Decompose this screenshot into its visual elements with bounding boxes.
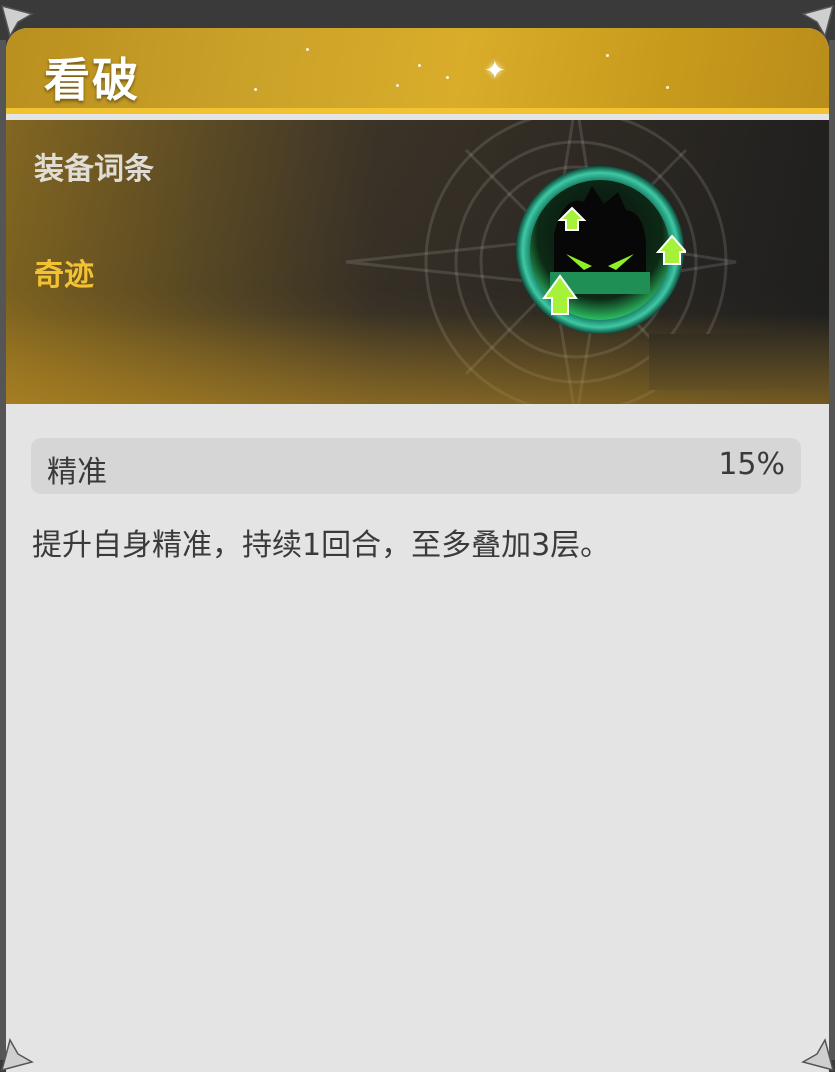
card-title: 看破	[44, 53, 140, 107]
tooltip-frame: ✦ 看破 装备词条 奇迹 精准 15% 提升自身精准，持续1回合，至多叠加3层。	[0, 0, 835, 1072]
stat-name: 精准	[47, 455, 107, 490]
corner-ornament-icon	[801, 4, 835, 38]
item-detail-card: ✦ 看破 装备词条 奇迹 精准 15% 提升自身精准，持续1回合，至多叠加3层。	[6, 28, 829, 1072]
precision-buff-icon	[516, 166, 686, 334]
effect-description: 提升自身精准，持续1回合，至多叠加3层。	[32, 528, 611, 563]
set-name: 奇迹	[34, 258, 94, 293]
right-border	[829, 40, 835, 1060]
affix-label: 装备词条	[34, 152, 154, 187]
corner-ornament-icon	[801, 1038, 835, 1072]
stat-row: 精准 15%	[31, 438, 801, 494]
header-panel: 装备词条 奇迹	[6, 120, 829, 404]
stat-value: 15%	[718, 447, 785, 482]
corner-ornament-icon	[0, 1038, 34, 1072]
title-bar: ✦ 看破	[6, 28, 829, 114]
corner-ornament-icon	[0, 4, 34, 38]
sparkle-icon: ✦	[484, 56, 506, 86]
